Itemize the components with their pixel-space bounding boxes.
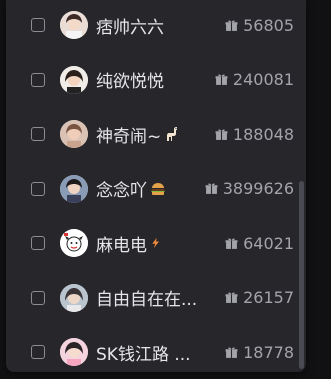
avatar <box>60 174 88 203</box>
avatar <box>60 65 88 94</box>
gift-icon <box>215 129 228 140</box>
list-item[interactable]: 念念吖 3899626 <box>6 162 298 217</box>
follower-count: 18778 <box>225 343 294 362</box>
follower-count: 3899626 <box>205 179 294 198</box>
gift-icon <box>215 74 228 86</box>
list-item[interactable]: 痞帅六六 56805 <box>6 0 298 53</box>
list-item[interactable]: 自由自在在... 26157 <box>6 271 298 326</box>
avatar <box>60 120 88 149</box>
list-item[interactable]: 纯欲悦悦 240081 <box>6 53 298 108</box>
llama-icon <box>164 126 180 142</box>
scrollbar-thumb[interactable] <box>299 181 304 369</box>
streamer-name: 痞帅六六 <box>96 17 164 38</box>
streamer-name: SK钱江路 ... <box>96 344 191 365</box>
follower-count: 26157 <box>225 288 294 307</box>
select-checkbox[interactable] <box>31 290 45 305</box>
gift-icon <box>225 20 238 31</box>
streamer-name: 神奇闹~ <box>96 122 180 147</box>
follower-count: 240081 <box>215 70 294 89</box>
gift-icon <box>225 238 238 249</box>
gift-icon <box>225 292 238 304</box>
follower-count: 56805 <box>225 16 294 35</box>
select-checkbox[interactable] <box>31 345 45 360</box>
streamer-name: 纯欲悦悦 <box>96 72 164 93</box>
select-checkbox[interactable] <box>31 127 45 142</box>
follower-count: 64021 <box>225 234 294 253</box>
select-checkbox[interactable] <box>31 18 45 33</box>
select-checkbox[interactable] <box>31 181 45 196</box>
avatar <box>60 11 88 40</box>
streamer-name: 自由自在在... <box>96 290 198 311</box>
lightning-icon <box>150 235 162 251</box>
gift-icon <box>205 183 218 195</box>
list-item[interactable]: 神奇闹~ 188048 <box>6 107 298 162</box>
avatar <box>60 338 88 367</box>
avatar <box>60 283 88 312</box>
streamer-name: 麻电电 <box>96 231 162 256</box>
list-item[interactable]: SK钱江路 ... 18778 <box>6 325 298 372</box>
streamer-list: 痞帅六六 56805 纯欲悦悦 240081 神奇闹~ 188048 念念吖 3… <box>6 0 298 372</box>
list-item[interactable]: 麻电电 64021 <box>6 216 298 271</box>
streamer-name: 念念吖 <box>96 176 166 201</box>
burger-icon <box>150 181 166 197</box>
gift-icon <box>225 347 238 358</box>
follower-count: 188048 <box>215 125 294 144</box>
select-checkbox[interactable] <box>31 72 45 87</box>
streamer-list-panel: 痞帅六六 56805 纯欲悦悦 240081 神奇闹~ 188048 念念吖 3… <box>6 0 306 372</box>
avatar <box>60 229 88 258</box>
select-checkbox[interactable] <box>31 236 45 251</box>
